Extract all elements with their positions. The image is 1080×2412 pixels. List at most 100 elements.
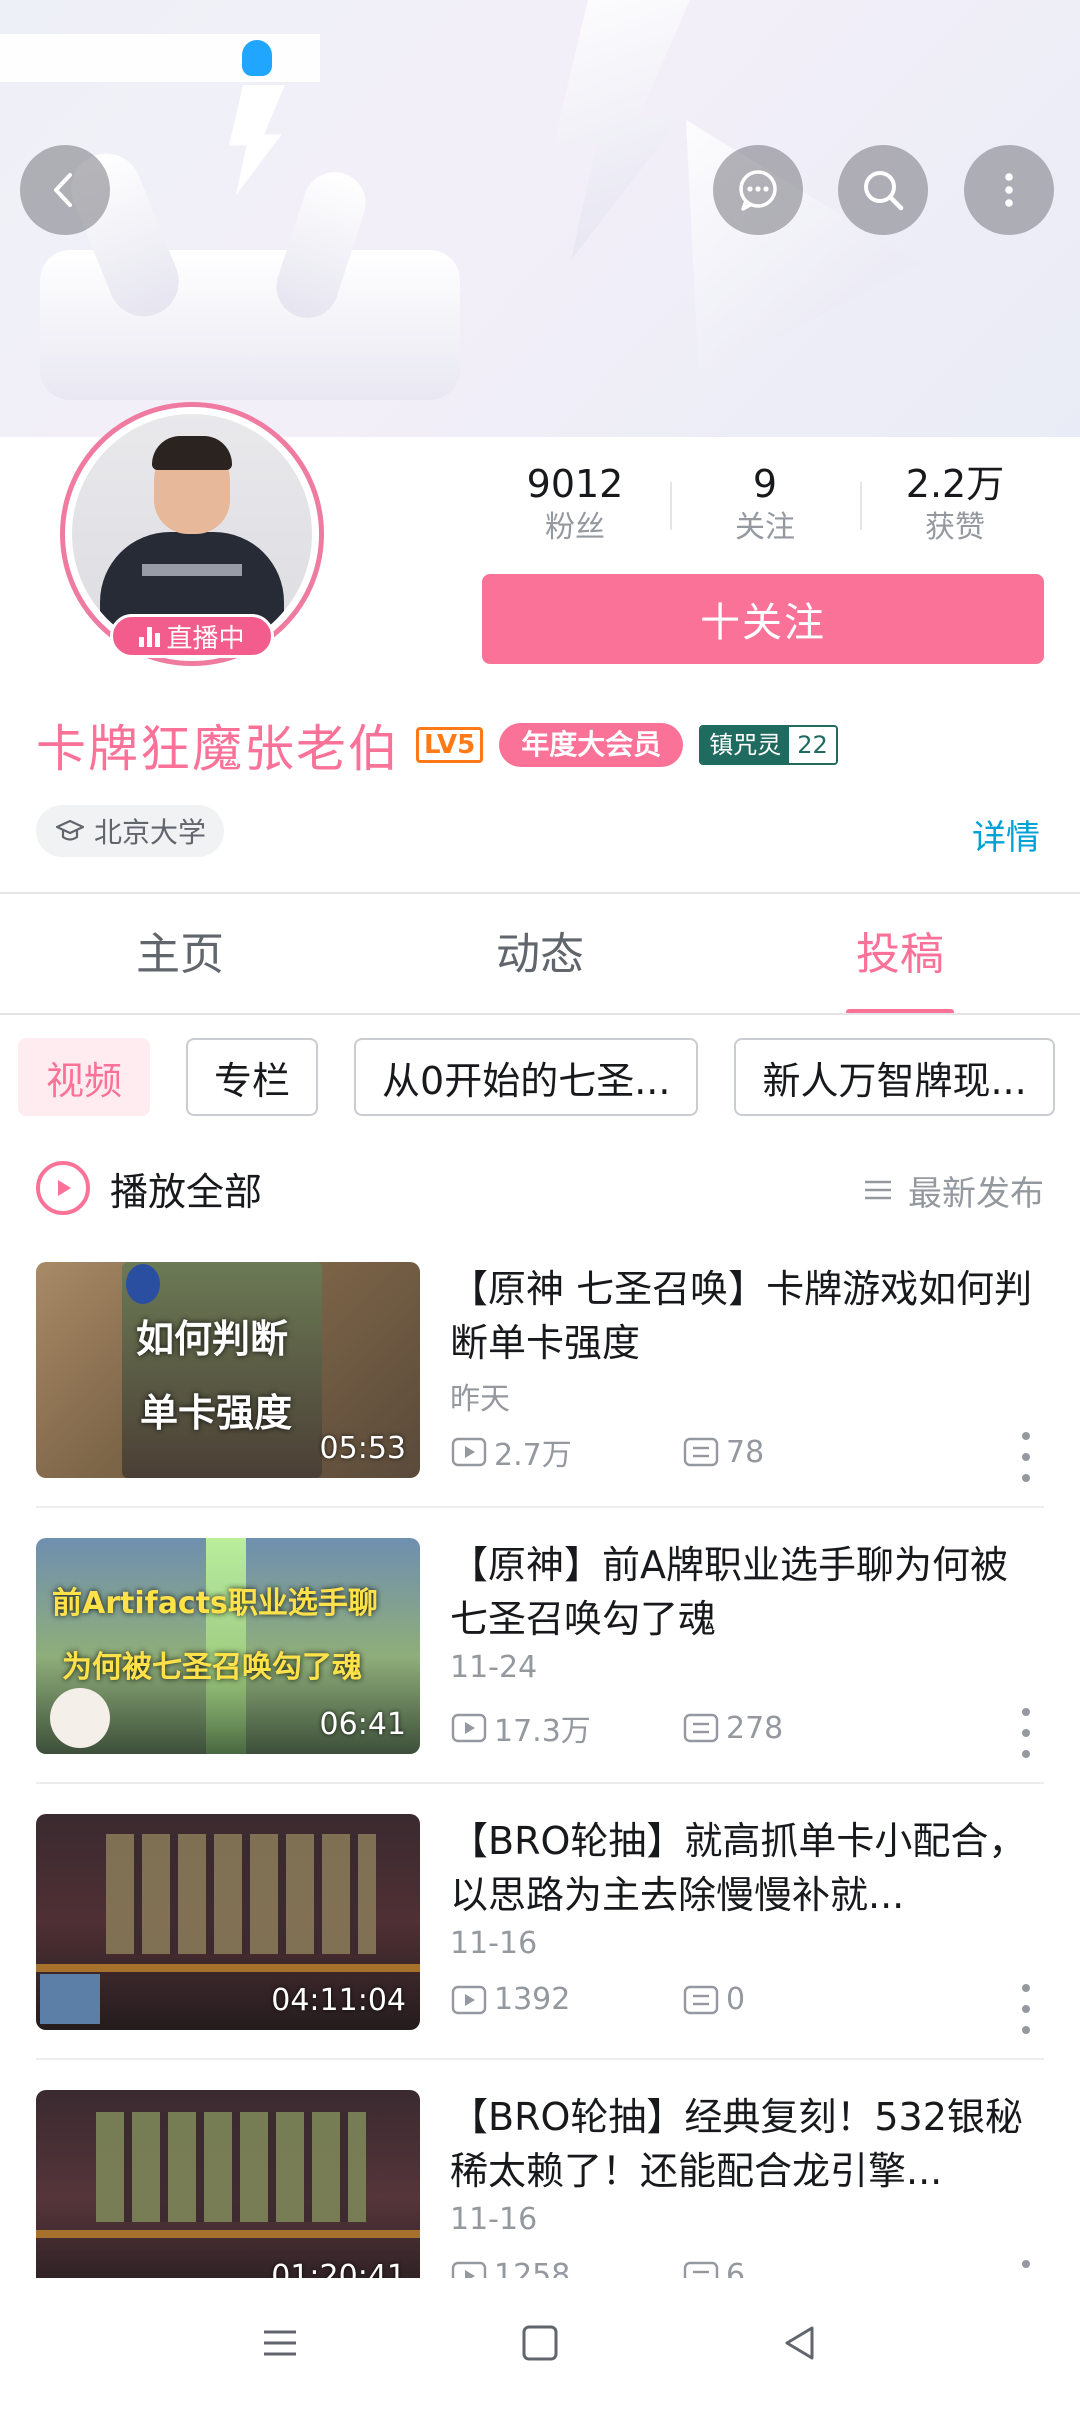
comment-count-value: 0 [726,1982,746,2017]
medal-name: 镇咒灵 [701,727,790,763]
view-count: 1258 [450,2258,682,2278]
play-count-icon [451,1713,487,1743]
video-more-icon[interactable] [1018,1984,1034,2034]
play-all-button[interactable]: 播放全部 [36,1158,262,1218]
video-title[interactable]: 【原神】前A牌职业选手聊为何被七圣召唤勾了魂 [450,1538,1044,1646]
lightning-decoration [229,85,285,195]
video-date: 昨天 [450,1382,510,1417]
video-duration: 04:11:04 [271,1983,406,2018]
profile-page: 直播中 9012 粉丝 9 关注 2.2万 获赞 十关注 卡牌狂魔张老伯 LV5… [0,0,1080,2412]
view-count: 17.3万 [450,1706,682,1750]
stat-value: 9012 [526,462,624,506]
chat-bubble-icon [739,170,777,211]
video-thumbnail[interactable]: 如何判断 单卡强度 05:53 [36,1262,420,1478]
level-badge: LV5 [416,727,484,763]
stat-label: 关注 [735,510,795,545]
graduation-cap-icon [55,819,85,841]
search-icon [864,171,904,211]
video-item[interactable]: 01:20:41 【BRO轮抽】经典复刻！532银秘稀太赖了！还能配合龙引擎..… [36,2090,1044,2278]
sort-label: 最新发布 [908,1173,1044,1214]
list-sort-icon [865,1180,891,1200]
play-all-label: 播放全部 [110,1169,263,1214]
video-more-icon[interactable] [1018,1432,1034,1482]
video-title[interactable]: 【原神 七圣召唤】卡牌游戏如何判断单卡强度 [450,1262,1044,1370]
system-nav-bar [0,2278,1080,2412]
stat-following[interactable]: 9 关注 [670,460,860,560]
nav-home-button[interactable] [500,2308,580,2378]
video-meta: 2.7万 78 [450,1430,914,1474]
divider [0,1013,1080,1015]
stat-value: 9 [752,462,778,506]
stat-likes[interactable]: 2.2万 获赞 [860,460,1050,560]
video-meta: 17.3万 278 [450,1706,914,1750]
triangle-back-icon [785,2326,814,2360]
video-item[interactable]: 04:11:04 【BRO轮抽】就高抓单卡小配合，以思路为主去除慢慢补就... … [36,1814,1044,2034]
video-thumbnail[interactable]: 04:11:04 [36,1814,420,2030]
video-more-icon[interactable] [1018,2260,1034,2278]
status-bar [0,34,320,82]
search-button[interactable] [838,145,928,235]
name-row: 卡牌狂魔张老伯 LV5 年度大会员 镇咒灵 22 [36,705,838,785]
comment-icon [683,2261,719,2278]
follow-button[interactable]: 十关注 [482,574,1044,664]
message-button[interactable] [713,145,803,235]
video-meta: 1258 6 [450,2258,914,2278]
view-count-value: 2.7万 [494,1438,572,1473]
square-home-icon [522,2325,558,2361]
vip-badge[interactable]: 年度大会员 [499,723,684,767]
details-link[interactable]: 详情 [972,810,1040,859]
school-name: 北京大学 [94,816,207,849]
chip-articles[interactable]: 专栏 [186,1038,319,1116]
lightning-decoration [554,0,690,260]
school-tag[interactable]: 北京大学 [36,805,225,857]
video-item[interactable]: 前Artifacts职业选手聊 为何被七圣召唤勾了魂 06:41 【原神】前A牌… [36,1538,1044,1758]
view-count: 1392 [450,1982,682,2017]
video-thumbnail[interactable]: 前Artifacts职业选手聊 为何被七圣召唤勾了魂 06:41 [36,1538,420,1754]
view-count-value: 1392 [494,1982,571,2017]
video-more-icon[interactable] [1018,1708,1034,1758]
back-arrow-icon [54,173,72,207]
sort-button[interactable]: 最新发布 [862,1164,1044,1216]
medal-level: 22 [789,727,836,763]
stat-label: 获赞 [925,510,985,545]
chip-videos[interactable]: 视频 [18,1038,151,1116]
chip-collection-2[interactable]: 新人万智牌现... [734,1038,1055,1116]
divider [36,1782,1044,1784]
video-thumbnail[interactable]: 01:20:41 [36,2090,420,2278]
comment-count: 0 [682,1982,914,2017]
stat-fans[interactable]: 9012 粉丝 [480,460,670,560]
video-item[interactable]: 如何判断 单卡强度 05:53 【原神 七圣召唤】卡牌游戏如何判断单卡强度 昨天… [36,1262,1044,1482]
video-title[interactable]: 【BRO轮抽】经典复刻！532银秘稀太赖了！还能配合龙引擎... [450,2090,1044,2198]
comment-count-value: 6 [726,2258,746,2278]
back-button[interactable] [20,145,110,235]
more-options-button[interactable] [964,145,1054,235]
thumbnail-text: 为何被七圣召唤勾了魂 [62,1650,362,1685]
divider [36,1506,1044,1508]
tab-home[interactable]: 主页 [0,895,360,1015]
chip-collection-1[interactable]: 从0开始的七圣... [354,1038,699,1116]
live-label: 直播中 [166,623,245,654]
comment-count: 78 [682,1435,914,1470]
fan-medal[interactable]: 镇咒灵 22 [699,725,838,765]
stat-value: 2.2万 [905,462,1005,506]
video-date: 11-16 [450,1926,538,1961]
play-count-icon [451,1437,487,1467]
comment-count-value: 78 [726,1434,765,1470]
live-bars-icon [139,625,161,647]
play-circle-icon [36,1161,90,1215]
tab-dynamics[interactable]: 动态 [360,895,720,1015]
video-title[interactable]: 【BRO轮抽】就高抓单卡小配合，以思路为主去除慢慢补就... [450,1814,1044,1922]
live-badge[interactable]: 直播中 [110,614,274,658]
video-date: 11-24 [450,1650,538,1685]
nav-back-button[interactable] [760,2308,840,2378]
thumbnail-text: 单卡强度 [140,1391,293,1435]
comment-icon [683,1985,719,2014]
tab-uploads[interactable]: 投稿 [720,895,1080,1015]
play-count-icon [451,1985,487,2014]
stat-label: 粉丝 [545,510,605,545]
video-meta: 1392 0 [450,1982,914,2017]
nav-menu-button[interactable] [240,2308,320,2378]
qq-status-icon [242,40,272,76]
list-clip: 01:20:41 【BRO轮抽】经典复刻！532银秘稀太赖了！还能配合龙引擎..… [0,2080,1080,2278]
video-duration: 01:20:41 [271,2259,406,2278]
